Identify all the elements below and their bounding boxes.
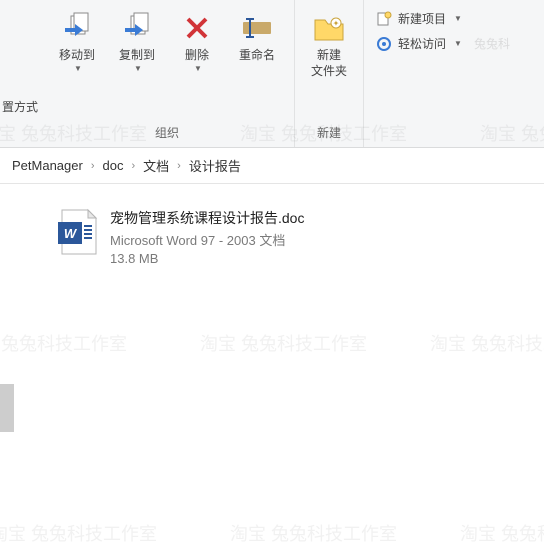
delete-label: 删除 [185, 48, 209, 64]
file-meta: 宠物管理系统课程设计报告.doc Microsoft Word 97 - 200… [110, 208, 304, 266]
new-item-label: 新建项目 [398, 10, 446, 27]
chevron-right-icon: › [87, 160, 99, 172]
copy-to-label: 复制到 [119, 48, 155, 64]
new-folder-label: 新建 文件夹 [311, 48, 347, 79]
crumb-0[interactable]: PetManager [8, 156, 87, 175]
chevron-right-icon: › [173, 160, 185, 172]
delete-button[interactable]: 删除 ▼ [168, 8, 226, 77]
content-area: W 宠物管理系统课程设计报告.doc Microsoft Word 97 - 2… [0, 184, 544, 544]
rename-label: 重命名 [239, 48, 275, 64]
easy-access-icon [376, 36, 392, 52]
dropdown-icon: ▼ [454, 14, 462, 23]
file-name: 宠物管理系统课程设计报告.doc [110, 208, 304, 228]
dropdown-icon: ▼ [134, 64, 142, 73]
new-folder-button[interactable]: ✦ 新建 文件夹 [303, 8, 355, 83]
easy-access-button[interactable]: 轻松访问 ▼ 兔兔科 [374, 31, 536, 56]
ribbon-left-edge: 置方式 [0, 0, 40, 147]
ribbon-group-new: ✦ 新建 文件夹 新建 [295, 0, 364, 147]
scrollbar-thumb[interactable] [0, 384, 14, 432]
word-doc-icon: W [56, 208, 100, 256]
chevron-right-icon: › [127, 160, 139, 172]
rename-icon [241, 12, 273, 44]
group-organize-label: 组织 [155, 120, 179, 147]
file-size: 13.8 MB [110, 251, 304, 266]
left-partial-label: 置方式 [0, 94, 40, 119]
rename-button[interactable]: 重命名 [228, 8, 286, 68]
move-to-label: 移动到 [59, 48, 95, 64]
ribbon: 置方式 移动到 ▼ [0, 0, 544, 148]
folder-icon: ✦ [313, 12, 345, 44]
ribbon-group-organize: 移动到 ▼ 复制到 ▼ [40, 0, 295, 147]
move-to-button[interactable]: 移动到 ▼ [48, 8, 106, 77]
crumb-2[interactable]: 文档 [139, 154, 173, 177]
copy-to-button[interactable]: 复制到 ▼ [108, 8, 166, 77]
group-new-label: 新建 [317, 120, 341, 147]
delete-icon [181, 12, 213, 44]
move-to-icon [61, 12, 93, 44]
copy-to-icon [121, 12, 153, 44]
file-item[interactable]: W 宠物管理系统课程设计报告.doc Microsoft Word 97 - 2… [50, 202, 534, 272]
dropdown-icon: ▼ [454, 39, 462, 48]
breadcrumb[interactable]: PetManager › doc › 文档 › 设计报告 [0, 148, 544, 184]
sidebar-scroll[interactable] [0, 184, 40, 544]
file-pane[interactable]: W 宠物管理系统课程设计报告.doc Microsoft Word 97 - 2… [40, 184, 544, 544]
svg-text:W: W [64, 226, 78, 241]
partial-text: 兔兔科 [474, 35, 510, 52]
svg-text:✦: ✦ [333, 19, 340, 28]
easy-access-label: 轻松访问 [398, 35, 446, 52]
new-item-button[interactable]: 新建项目 ▼ [374, 6, 536, 31]
dropdown-icon: ▼ [74, 64, 82, 73]
file-type: Microsoft Word 97 - 2003 文档 [110, 230, 304, 249]
crumb-1[interactable]: doc [99, 156, 128, 175]
new-item-icon [376, 11, 392, 27]
dropdown-icon: ▼ [194, 64, 202, 73]
crumb-3[interactable]: 设计报告 [185, 154, 245, 177]
ribbon-group-right: 新建项目 ▼ 轻松访问 ▼ 兔兔科 [364, 0, 544, 147]
